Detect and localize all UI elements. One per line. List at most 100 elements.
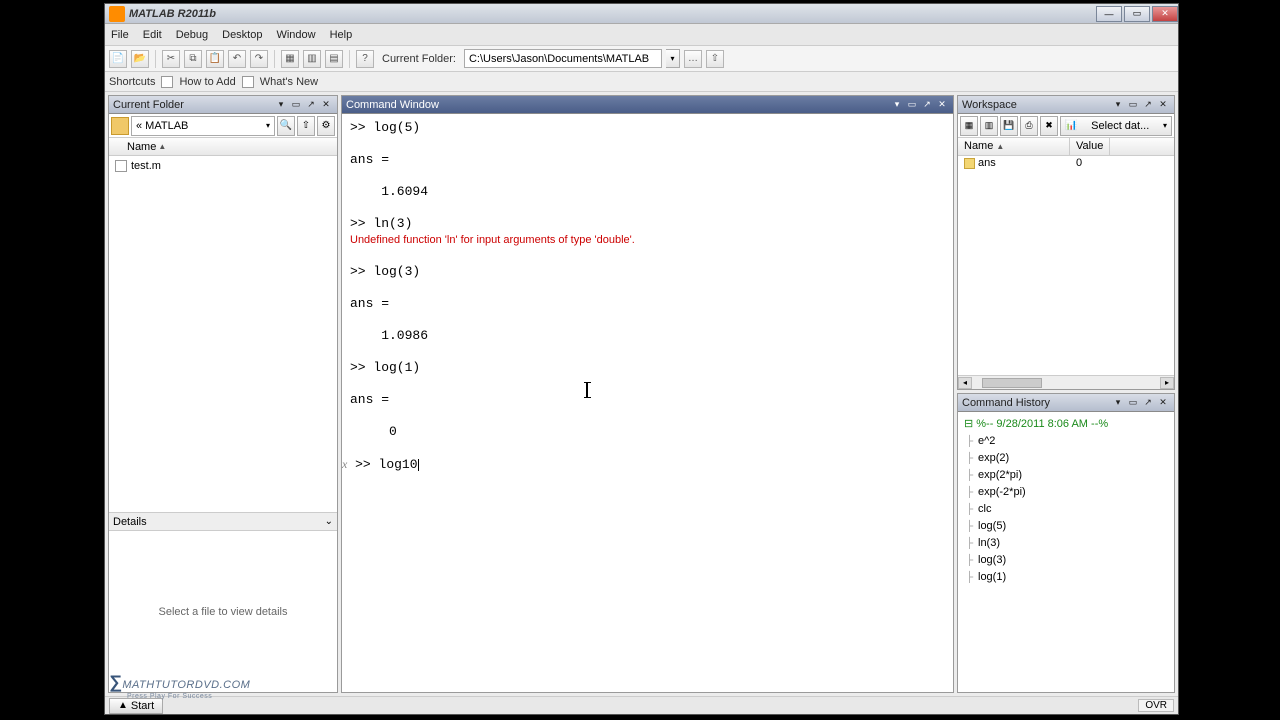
save-ws-icon[interactable]: 💾 (1000, 116, 1018, 136)
workspace-titlebar[interactable]: Workspace ▾ ▭ ↗ ✕ (958, 96, 1174, 114)
chevron-down-icon[interactable]: ⌄ (325, 516, 333, 527)
panel-close-icon[interactable]: ✕ (935, 98, 949, 112)
cut-icon[interactable]: ✂ (162, 50, 180, 68)
panel-undock-icon[interactable]: ↗ (920, 98, 934, 112)
panel-minimize-icon[interactable]: ▭ (905, 98, 919, 112)
panel-minimize-icon[interactable]: ▭ (289, 98, 303, 112)
matlab-logo-icon (109, 6, 125, 22)
current-folder-label: Current Folder: (382, 53, 456, 65)
select-data-dropdown[interactable]: 📊 Select dat... ▾ (1060, 116, 1172, 136)
minimize-button[interactable]: — (1096, 6, 1122, 22)
details-title: Details (113, 516, 147, 528)
menu-window[interactable]: Window (276, 29, 315, 41)
up-folder-icon[interactable]: ⇧ (706, 50, 724, 68)
shortcuts-bar: Shortcuts How to Add What's New (105, 72, 1178, 92)
panel-title-text: Current Folder (113, 99, 184, 111)
paste-icon[interactable]: 📋 (206, 50, 224, 68)
details-header[interactable]: Details ⌄ (109, 513, 337, 531)
profiler-icon[interactable]: ▤ (325, 50, 343, 68)
matlab-window: MATLAB R2011b — ▭ ✕ File Edit Debug Desk… (104, 3, 1179, 715)
folder-gear-icon[interactable]: ⚙ (317, 116, 335, 136)
panel-menu-icon[interactable]: ▾ (274, 98, 288, 112)
variable-value: 0 (1070, 156, 1088, 170)
ws-value-column[interactable]: Value (1070, 138, 1110, 155)
separator (155, 50, 156, 68)
folder-icon (111, 117, 129, 135)
name-column-header[interactable]: Name (127, 141, 156, 153)
simulink-icon[interactable]: ▦ (281, 50, 299, 68)
command-window-body[interactable]: >> log(5) ans = 1.6094 >> ln(3) Undefine… (342, 114, 953, 692)
new-script-icon[interactable]: 📄 (109, 50, 127, 68)
undo-icon[interactable]: ↶ (228, 50, 246, 68)
file-list-header[interactable]: Name ▲ (109, 138, 337, 156)
panel-title-text: Command History (962, 397, 1050, 409)
current-folder-titlebar[interactable]: Current Folder ▾ ▭ ↗ ✕ (109, 96, 337, 114)
guide-icon[interactable]: ▥ (303, 50, 321, 68)
command-window-titlebar[interactable]: Command Window ▾ ▭ ↗ ✕ (342, 96, 953, 114)
menu-edit[interactable]: Edit (143, 29, 162, 41)
menu-desktop[interactable]: Desktop (222, 29, 262, 41)
import-icon[interactable]: ▥ (980, 116, 998, 136)
panel-minimize-icon[interactable]: ▭ (1126, 98, 1140, 112)
scroll-left-icon[interactable]: ◂ (958, 377, 972, 389)
scroll-right-icon[interactable]: ▸ (1160, 377, 1174, 389)
panel-title-text: Command Window (346, 99, 439, 111)
current-folder-dropdown-icon[interactable]: ▾ (666, 49, 680, 68)
panel-undock-icon[interactable]: ↗ (1141, 396, 1155, 410)
file-item[interactable]: test.m (115, 158, 331, 174)
shortcut-how-to-add[interactable]: How to Add (179, 76, 235, 88)
menu-file[interactable]: File (111, 29, 129, 41)
statusbar: ▲ Start OVR (105, 696, 1178, 714)
workspace-list[interactable]: ans 0 (958, 156, 1174, 375)
panel-close-icon[interactable]: ✕ (1156, 396, 1170, 410)
print-icon[interactable]: ⎙ (1020, 116, 1038, 136)
workspace-variable-row[interactable]: ans 0 (958, 156, 1174, 170)
panel-menu-icon[interactable]: ▾ (1111, 98, 1125, 112)
new-var-icon[interactable]: ▦ (960, 116, 978, 136)
start-button[interactable]: ▲ Start (109, 698, 163, 714)
ovr-indicator: OVR (1138, 699, 1174, 712)
menu-debug[interactable]: Debug (176, 29, 208, 41)
current-folder-path[interactable] (464, 49, 662, 68)
details-placeholder: Select a file to view details (109, 531, 337, 692)
maximize-button[interactable]: ▭ (1124, 6, 1150, 22)
variable-icon (964, 158, 975, 169)
file-list[interactable]: test.m (109, 156, 337, 512)
current-folder-panel: Current Folder ▾ ▭ ↗ ✕ « MATLAB▾ 🔍 ⇧ ⚙ (108, 95, 338, 693)
workspace-hscrollbar[interactable]: ◂ ▸ (958, 375, 1174, 389)
scroll-thumb[interactable] (982, 378, 1042, 388)
redo-icon[interactable]: ↷ (250, 50, 268, 68)
ws-name-column[interactable]: Name ▲ (958, 138, 1070, 155)
close-button[interactable]: ✕ (1152, 6, 1178, 22)
shortcut-icon (161, 76, 173, 88)
search-icon[interactable]: 🔍 (277, 116, 295, 136)
command-history-titlebar[interactable]: Command History ▾ ▭ ↗ ✕ (958, 394, 1174, 412)
panel-undock-icon[interactable]: ↗ (304, 98, 318, 112)
panel-undock-icon[interactable]: ↗ (1141, 98, 1155, 112)
menubar: File Edit Debug Desktop Window Help (105, 24, 1178, 46)
shortcut-whats-new[interactable]: What's New (260, 76, 318, 88)
command-history-body[interactable]: ⊟ %-- 9/28/2011 8:06 AM --%e^2exp(2)exp(… (958, 412, 1174, 692)
copy-icon[interactable]: ⧉ (184, 50, 202, 68)
separator (274, 50, 275, 68)
shortcuts-label: Shortcuts (109, 76, 155, 88)
folder-up-icon[interactable]: ⇧ (297, 116, 315, 136)
menu-help[interactable]: Help (330, 29, 353, 41)
folder-breadcrumb[interactable]: « MATLAB▾ (131, 116, 275, 136)
titlebar[interactable]: MATLAB R2011b — ▭ ✕ (105, 4, 1178, 24)
browse-folder-icon[interactable]: … (684, 50, 702, 68)
panel-close-icon[interactable]: ✕ (1156, 98, 1170, 112)
panel-close-icon[interactable]: ✕ (319, 98, 333, 112)
file-name: test.m (131, 160, 161, 172)
panel-minimize-icon[interactable]: ▭ (1126, 396, 1140, 410)
command-history-panel: Command History ▾ ▭ ↗ ✕ ⊟ %-- 9/28/2011 … (957, 393, 1175, 693)
variable-name: ans (978, 157, 996, 169)
shortcut-icon (242, 76, 254, 88)
panel-menu-icon[interactable]: ▾ (1111, 396, 1125, 410)
workspace-header: Name ▲ Value (958, 138, 1174, 156)
main-toolbar: 📄 📂 ✂ ⧉ 📋 ↶ ↷ ▦ ▥ ▤ ? Current Folder: ▾ … (105, 46, 1178, 72)
delete-icon[interactable]: ✖ (1040, 116, 1058, 136)
panel-menu-icon[interactable]: ▾ (890, 98, 904, 112)
help-icon[interactable]: ? (356, 50, 374, 68)
open-icon[interactable]: 📂 (131, 50, 149, 68)
